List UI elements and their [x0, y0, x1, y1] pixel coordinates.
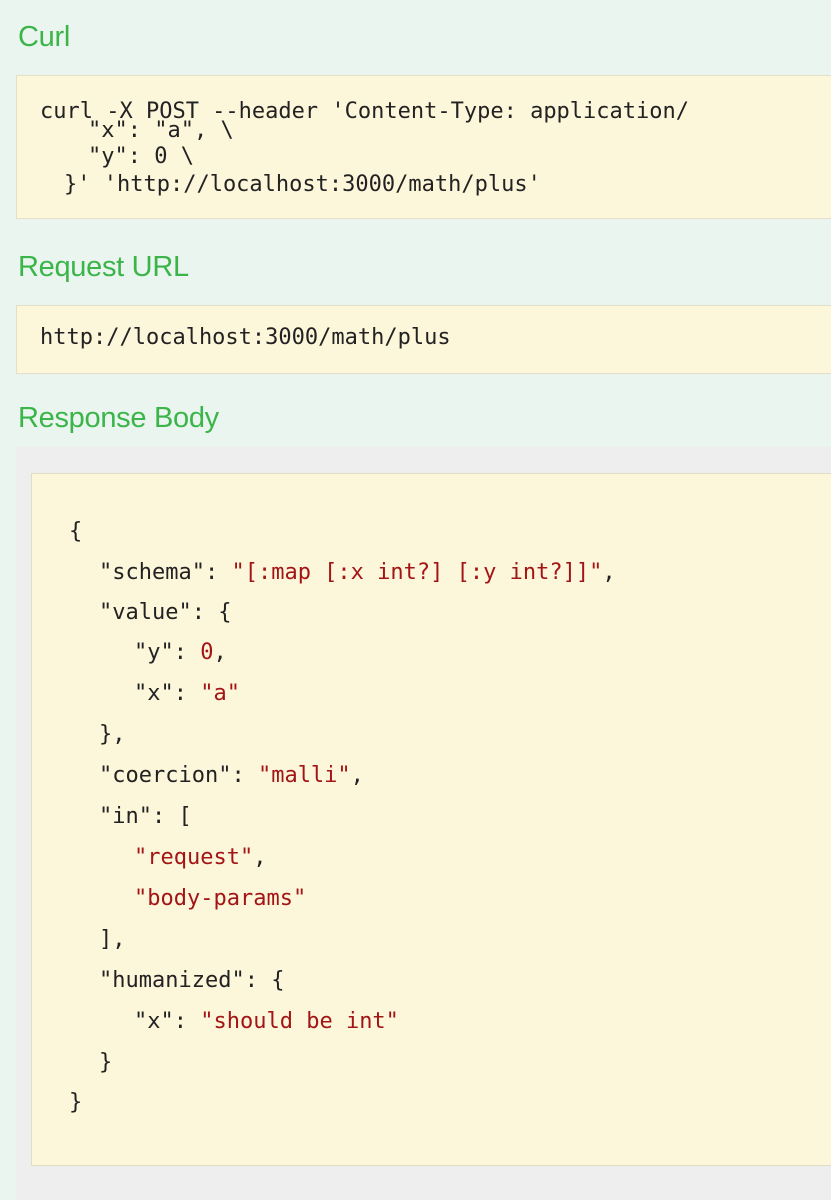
curl-heading: Curl: [18, 21, 70, 53]
json-key: "schema": [99, 560, 205, 585]
json-humanized-x-line: "x": "should be int": [134, 1009, 399, 1034]
json-humanized-close: }: [99, 1050, 113, 1075]
json-key: "in": [99, 804, 152, 829]
json-key: "humanized": [99, 968, 245, 993]
json-schema-line: "schema": "[:map [:x int?] [:y int?]]",: [99, 560, 616, 585]
json-number-value: 0: [200, 640, 214, 665]
json-string-value: "a": [200, 681, 240, 706]
curl-code-box: curl -X POST --header 'Content-Type: app…: [16, 75, 831, 219]
json-key: "x": [134, 1009, 174, 1034]
curl-url-line: }' 'http://localhost:3000/math/plus': [64, 172, 541, 197]
request-url-box: http://localhost:3000/math/plus: [16, 305, 831, 374]
json-key: "y": [134, 640, 174, 665]
json-close-brace: }: [69, 1090, 83, 1115]
json-string-value: "body-params": [134, 886, 307, 911]
json-string-value: "should be int": [200, 1009, 399, 1034]
response-body-code-box: { "schema": "[:map [:x int?] [:y int?]]"…: [31, 473, 831, 1166]
json-punctuation: [: [178, 804, 192, 829]
json-key: "coercion": [99, 763, 232, 788]
request-url-heading: Request URL: [18, 251, 189, 283]
json-in-line: "in": [: [99, 804, 192, 829]
json-punctuation: {: [271, 968, 285, 993]
json-key: "x": [134, 681, 174, 706]
json-string-value: "request": [134, 845, 254, 870]
json-string-value: "[:map [:x int?] [:y int?]]": [231, 560, 603, 585]
json-y-line: "y": 0,: [134, 640, 227, 665]
json-string-value: "malli": [257, 763, 351, 788]
json-coercion-line: "coercion": "malli",: [99, 763, 364, 788]
response-body-heading: Response Body: [18, 402, 219, 434]
curl-body-line: "x": "a", \: [88, 118, 234, 143]
response-body-scroll-area[interactable]: { "schema": "[:map [:x int?] [:y int?]]"…: [16, 447, 831, 1200]
json-punctuation: {: [218, 600, 232, 625]
json-open-brace: {: [69, 519, 83, 544]
json-humanized-line: "humanized": {: [99, 968, 285, 993]
json-array-item: "request",: [134, 845, 267, 870]
json-in-close: ],: [99, 927, 126, 952]
curl-body-line: "y": 0 \: [88, 144, 194, 169]
json-value-close: },: [99, 722, 126, 747]
request-url-value: http://localhost:3000/math/plus: [40, 325, 451, 350]
json-key: "value": [99, 600, 192, 625]
json-value-line: "value": {: [99, 600, 232, 625]
json-array-item: "body-params": [134, 884, 306, 914]
json-x-line: "x": "a": [134, 681, 240, 706]
